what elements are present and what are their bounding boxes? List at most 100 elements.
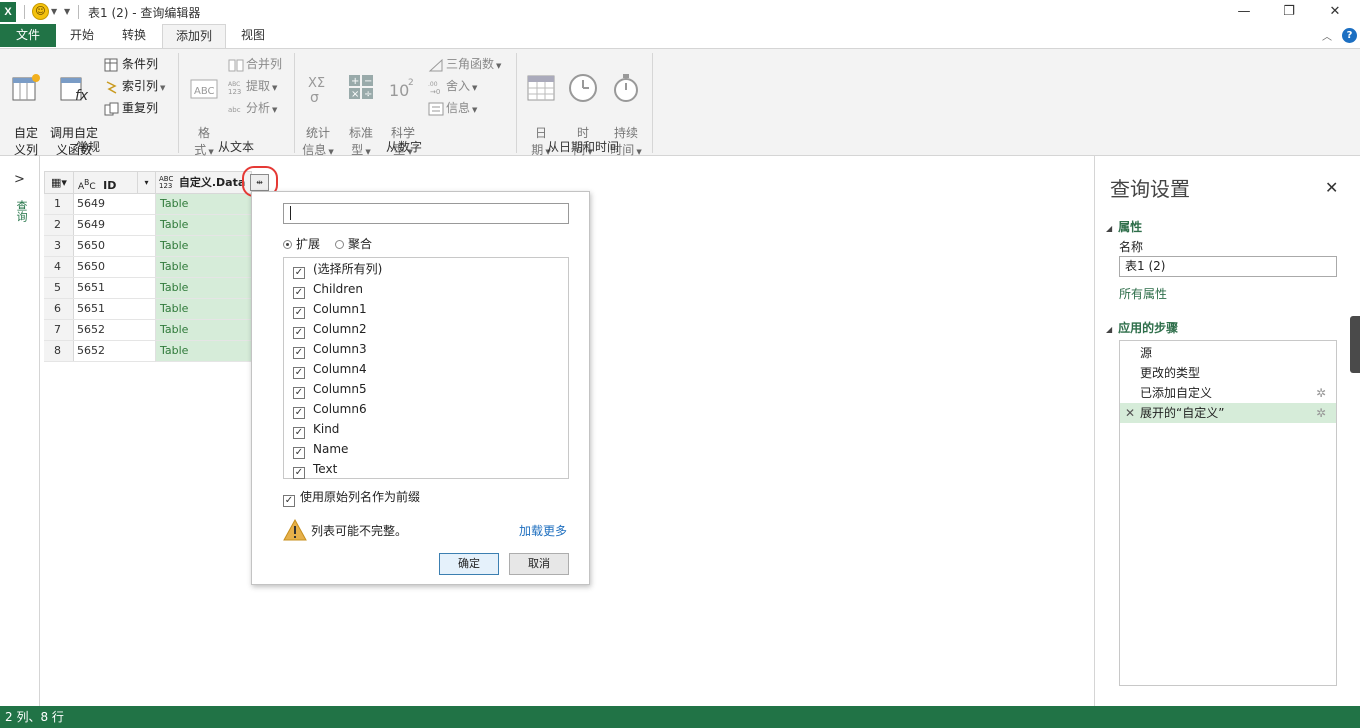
id-cell[interactable]: 5651 bbox=[73, 278, 156, 299]
column-checkbox-item[interactable]: ✓ Column4 bbox=[293, 359, 367, 379]
collapse-triangle-icon[interactable]: ◢ bbox=[1106, 224, 1112, 233]
radio-expand[interactable]: 扩展 bbox=[283, 235, 320, 252]
collapse-ribbon-icon[interactable]: ︿ bbox=[1322, 28, 1332, 43]
table-cell[interactable]: Table bbox=[156, 236, 252, 257]
ok-button[interactable]: 确定 bbox=[439, 553, 499, 575]
radio-aggregate-dot[interactable] bbox=[335, 240, 344, 249]
row-number[interactable]: 5 bbox=[44, 278, 74, 299]
index-column-button[interactable]: 索引列 ▼ bbox=[104, 76, 165, 96]
id-cell[interactable]: 5650 bbox=[73, 236, 156, 257]
checkbox[interactable]: ✓ bbox=[293, 467, 305, 479]
column-checkbox-item[interactable]: ✓ Children bbox=[293, 279, 363, 299]
checkbox[interactable]: ✓ bbox=[293, 347, 305, 359]
statistics-button[interactable]: XΣ σ 统计 信息 ▼ bbox=[300, 55, 336, 161]
any-type-icon[interactable]: ABC 123 bbox=[159, 176, 173, 190]
tab-home[interactable]: 开始 bbox=[62, 24, 102, 48]
checkbox[interactable]: ✓ bbox=[293, 287, 305, 299]
query-name-input[interactable]: 表1 (2) bbox=[1119, 256, 1337, 277]
column-checkbox-item[interactable]: ✓ Column6 bbox=[293, 399, 367, 419]
table-cell[interactable]: Table bbox=[156, 194, 252, 215]
help-icon[interactable]: ? bbox=[1342, 28, 1357, 43]
properties-section[interactable]: ◢ 属性 bbox=[1106, 218, 1142, 235]
checkbox[interactable]: ✓ bbox=[283, 495, 295, 507]
merge-columns-button[interactable]: 合并列 bbox=[228, 54, 282, 74]
close-window-icon[interactable]: ✕ bbox=[1320, 2, 1350, 22]
row-number[interactable]: 2 bbox=[44, 215, 74, 236]
chevron-right-icon[interactable]: > bbox=[14, 172, 25, 187]
minimize-icon[interactable]: — bbox=[1229, 2, 1259, 22]
checkbox[interactable]: ✓ bbox=[293, 367, 305, 379]
table-cell[interactable]: Table bbox=[156, 320, 252, 341]
column-checkbox-item[interactable]: ✓ Column1 bbox=[293, 299, 367, 319]
id-cell[interactable]: 5649 bbox=[73, 215, 156, 236]
checkbox[interactable]: ✓ bbox=[293, 307, 305, 319]
column-checkbox-item[interactable]: ✓ (选择所有列) bbox=[293, 259, 382, 279]
applied-step[interactable]: 源 bbox=[1120, 343, 1336, 363]
tab-view[interactable]: 视图 bbox=[233, 24, 273, 48]
step-settings-gear-icon[interactable]: ✲ bbox=[1316, 383, 1326, 403]
table-menu-icon[interactable]: ▦▾ bbox=[44, 171, 74, 194]
duplicate-column-button[interactable]: 重复列 bbox=[104, 98, 158, 118]
checkbox[interactable]: ✓ bbox=[293, 447, 305, 459]
custom-column-button[interactable]: 自定 义列 bbox=[8, 55, 44, 159]
tab-file[interactable]: 文件 bbox=[0, 24, 56, 47]
delete-step-icon[interactable]: ✕ bbox=[1125, 403, 1135, 423]
column-checkbox-item[interactable]: ✓ Name bbox=[293, 439, 348, 459]
smiley-dropdown-icon[interactable]: ▼ bbox=[51, 7, 57, 16]
checkbox[interactable]: ✓ bbox=[293, 267, 305, 279]
checkbox[interactable]: ✓ bbox=[293, 427, 305, 439]
information-button[interactable]: 信息 ▼ bbox=[428, 98, 477, 118]
applied-steps-section[interactable]: ◢ 应用的步骤 bbox=[1106, 319, 1178, 336]
radio-expand-dot[interactable] bbox=[283, 240, 292, 249]
restore-icon[interactable]: ❐ bbox=[1274, 2, 1304, 22]
column-header-data[interactable]: ABC 123 自定义.Data bbox=[155, 171, 252, 194]
rounding-button[interactable]: .00 →0 舍入 ▼ bbox=[428, 76, 477, 96]
row-number[interactable]: 7 bbox=[44, 320, 74, 341]
id-cell[interactable]: 5652 bbox=[73, 320, 156, 341]
applied-step[interactable]: ✕ 展开的“自定义” ✲ bbox=[1120, 403, 1336, 423]
row-number[interactable]: 6 bbox=[44, 299, 74, 320]
close-pane-icon[interactable]: ✕ bbox=[1325, 178, 1338, 197]
checkbox[interactable]: ✓ bbox=[293, 387, 305, 399]
step-settings-gear-icon[interactable]: ✲ bbox=[1316, 403, 1326, 423]
cancel-button[interactable]: 取消 bbox=[509, 553, 569, 575]
column-checkbox-item[interactable]: ✓ Column2 bbox=[293, 319, 367, 339]
row-number[interactable]: 3 bbox=[44, 236, 74, 257]
applied-step[interactable]: 已添加自定义 ✲ bbox=[1120, 383, 1336, 403]
extract-button[interactable]: ABC 123 提取 ▼ bbox=[228, 76, 277, 96]
applied-step[interactable]: 更改的类型 bbox=[1120, 363, 1336, 383]
radio-aggregate[interactable]: 聚合 bbox=[335, 235, 372, 252]
checkbox[interactable]: ✓ bbox=[293, 407, 305, 419]
format-button[interactable]: ABC 格 式 ▼ bbox=[186, 55, 222, 161]
row-number[interactable]: 8 bbox=[44, 341, 74, 362]
id-cell[interactable]: 5649 bbox=[73, 194, 156, 215]
checkbox[interactable]: ✓ bbox=[293, 327, 305, 339]
table-cell[interactable]: Table bbox=[156, 257, 252, 278]
all-properties-link[interactable]: 所有属性 bbox=[1119, 285, 1167, 302]
table-cell[interactable]: Table bbox=[156, 299, 252, 320]
column-search-input[interactable] bbox=[283, 203, 569, 224]
row-number[interactable]: 1 bbox=[44, 194, 74, 215]
standard-button[interactable]: + − × ÷ 标准 型 ▼ bbox=[344, 55, 378, 161]
text-type-icon[interactable]: ABC bbox=[78, 178, 96, 192]
parse-button[interactable]: abc 分析 ▼ bbox=[228, 98, 277, 118]
queries-pane-label[interactable]: 查询 bbox=[13, 200, 29, 222]
column-checkbox-item[interactable]: ✓ Kind bbox=[293, 419, 339, 439]
column-checkbox-item[interactable]: ✓ Column3 bbox=[293, 339, 367, 359]
id-cell[interactable]: 5652 bbox=[73, 341, 156, 362]
side-scroll-handle[interactable] bbox=[1350, 316, 1360, 373]
conditional-column-button[interactable]: 条件列 bbox=[104, 54, 158, 74]
load-more-link[interactable]: 加载更多 bbox=[519, 522, 567, 539]
table-cell[interactable]: Table bbox=[156, 341, 252, 362]
column-checkbox-item[interactable]: ✓ Column5 bbox=[293, 379, 367, 399]
id-cell[interactable]: 5650 bbox=[73, 257, 156, 278]
id-cell[interactable]: 5651 bbox=[73, 299, 156, 320]
qat-customize-icon[interactable]: ▼ bbox=[64, 7, 70, 16]
collapse-triangle-icon[interactable]: ◢ bbox=[1106, 325, 1112, 334]
table-cell[interactable]: Table bbox=[156, 278, 252, 299]
table-cell[interactable]: Table bbox=[156, 215, 252, 236]
trigonometry-button[interactable]: 三角函数 ▼ bbox=[428, 54, 501, 74]
tab-add-column[interactable]: 添加列 bbox=[162, 24, 226, 49]
filter-dropdown-icon[interactable]: ▾ bbox=[137, 171, 156, 194]
row-number[interactable]: 4 bbox=[44, 257, 74, 278]
